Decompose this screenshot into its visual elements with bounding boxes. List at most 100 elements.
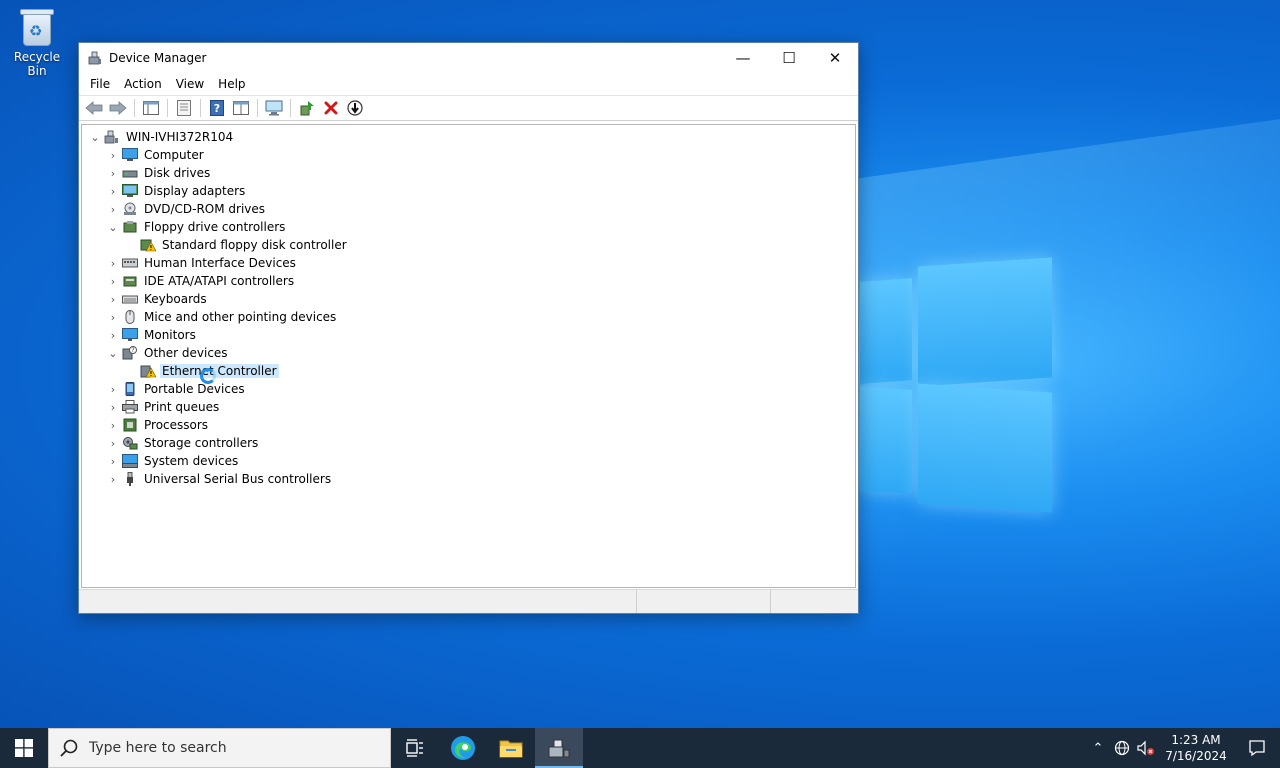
help-icon[interactable]: ? — [206, 97, 228, 119]
chevron-right-icon[interactable]: › — [106, 164, 120, 182]
tree-item-keyboards[interactable]: › Keyboards — [106, 290, 209, 308]
properties-icon[interactable] — [173, 97, 195, 119]
tree-item-computer[interactable]: › Computer — [106, 146, 206, 164]
wallpaper-window-pane — [918, 383, 1052, 513]
tree-item-label: Human Interface Devices — [144, 256, 296, 270]
chevron-right-icon[interactable]: › — [106, 200, 120, 218]
chevron-right-icon[interactable]: › — [106, 290, 120, 308]
windows-logo-icon — [15, 739, 33, 757]
tree-item-storage-controllers[interactable]: › Storage controllers — [106, 434, 260, 452]
wallpaper-window-pane — [918, 257, 1052, 387]
chevron-down-icon[interactable]: ⌄ — [88, 128, 102, 146]
chevron-right-icon[interactable]: › — [106, 470, 120, 488]
chevron-right-icon[interactable]: › — [106, 434, 120, 452]
recycle-bin-shortcut[interactable]: ♻ Recycle Bin — [4, 6, 70, 78]
tree-item-dvd-cd-rom-drives[interactable]: › DVD/CD-ROM drives — [106, 200, 267, 218]
chevron-right-icon[interactable]: › — [106, 416, 120, 434]
back-icon[interactable] — [83, 97, 105, 119]
tree-item-ide-ata-atapi-controllers[interactable]: › IDE ATA/ATAPI controllers — [106, 272, 296, 290]
tree-item-label: Display adapters — [144, 184, 246, 198]
menu-file[interactable]: File — [83, 77, 117, 91]
toolbar-separator — [200, 99, 201, 117]
forward-icon[interactable] — [107, 97, 129, 119]
chevron-right-icon[interactable]: › — [106, 146, 120, 164]
recycle-bin-icon: ♻ — [20, 6, 54, 46]
tree-item-standard-floppy-disk-controller[interactable]: Standard floppy disk controller — [138, 236, 349, 254]
chevron-right-icon[interactable]: › — [106, 326, 120, 344]
menu-help[interactable]: Help — [211, 77, 252, 91]
start-button[interactable] — [0, 728, 48, 768]
minimize-button[interactable]: — — [720, 43, 766, 73]
tree-item-label: Computer — [144, 148, 204, 162]
disable-device-icon[interactable] — [344, 97, 366, 119]
update-driver-icon[interactable] — [296, 97, 318, 119]
tree-item-print-queues[interactable]: › Print queues — [106, 398, 221, 416]
tree-item-floppy-drive-controllers[interactable]: ⌄ Floppy drive controllers — [106, 218, 287, 236]
warning-device-icon — [140, 364, 157, 378]
hid-icon — [122, 256, 138, 270]
tree-item-processors[interactable]: › Processors — [106, 416, 210, 434]
uninstall-device-icon[interactable] — [320, 97, 342, 119]
dvd-drive-icon — [122, 202, 138, 216]
busy-cursor-icon — [200, 368, 216, 384]
edge-icon — [451, 736, 475, 760]
chevron-right-icon[interactable]: › — [106, 254, 120, 272]
taskbar-search-box[interactable]: Type here to search — [48, 728, 391, 768]
menu-view[interactable]: View — [169, 77, 211, 91]
chevron-down-icon[interactable]: ⌄ — [106, 344, 120, 362]
network-globe-icon[interactable] — [1110, 728, 1134, 768]
toolbar-separator — [257, 99, 258, 117]
menu-action[interactable]: Action — [117, 77, 169, 91]
close-button[interactable]: ✕ — [812, 43, 858, 73]
tree-item-monitors[interactable]: › Monitors — [106, 326, 198, 344]
tree-item-label: Keyboards — [144, 292, 207, 306]
scan-hardware-icon[interactable] — [263, 97, 285, 119]
title-bar[interactable]: Device Manager — ☐ ✕ — [79, 43, 858, 73]
tree-item-system-devices[interactable]: › System devices — [106, 452, 240, 470]
chevron-right-icon[interactable]: › — [106, 452, 120, 470]
tree-item-other-devices[interactable]: ⌄ ? Other devices — [106, 344, 230, 362]
tree-item-label: Ethernet Controller — [160, 364, 279, 378]
tree-item-display-adapters[interactable]: › Display adapters — [106, 182, 247, 200]
chevron-right-icon[interactable]: › — [106, 380, 120, 398]
tree-root[interactable]: ⌄ WIN-IVHI372R104 — [88, 128, 235, 146]
toolbar-separator — [290, 99, 291, 117]
volume-muted-icon[interactable] — [1134, 728, 1158, 768]
chevron-right-icon[interactable]: › — [106, 272, 120, 290]
tree-item-label: IDE ATA/ATAPI controllers — [144, 274, 295, 288]
device-tree[interactable]: ⌄ WIN-IVHI372R104 › Computer › Disk driv… — [81, 124, 856, 588]
system-device-icon — [122, 454, 138, 468]
device-manager-taskbar-button[interactable] — [535, 728, 583, 768]
view-icon[interactable] — [230, 97, 252, 119]
toolbar: ? — [79, 95, 858, 121]
tree-item-disk-drives[interactable]: › Disk drives — [106, 164, 212, 182]
computer-icon — [122, 148, 138, 162]
tree-item-portable-devices[interactable]: › Portable Devices — [106, 380, 247, 398]
mouse-icon — [122, 310, 138, 324]
menu-bar: File Action View Help — [79, 73, 858, 95]
notification-center-button[interactable] — [1234, 728, 1280, 768]
maximize-button[interactable]: ☐ — [766, 43, 812, 73]
status-bar — [79, 589, 858, 613]
tree-root-label: WIN-IVHI372R104 — [126, 130, 234, 144]
warning-device-icon — [140, 238, 157, 252]
processor-icon — [122, 418, 138, 432]
tree-item-human-interface-devices[interactable]: › Human Interface Devices — [106, 254, 298, 272]
show-hide-console-tree-icon[interactable] — [140, 97, 162, 119]
chevron-right-icon[interactable]: › — [106, 308, 120, 326]
tree-item-universal-serial-bus-controllers[interactable]: › Universal Serial Bus controllers — [106, 470, 333, 488]
task-view-button[interactable] — [391, 728, 439, 768]
taskbar-clock[interactable]: 1:23 AM 7/16/2024 — [1158, 732, 1234, 764]
toolbar-separator — [167, 99, 168, 117]
file-explorer-taskbar-button[interactable] — [487, 728, 535, 768]
chevron-down-icon[interactable]: ⌄ — [106, 218, 120, 236]
ide-controller-icon — [122, 274, 138, 288]
edge-taskbar-button[interactable] — [439, 728, 487, 768]
tree-item-label: DVD/CD-ROM drives — [144, 202, 266, 216]
wallpaper-window-pane — [860, 278, 912, 384]
show-hidden-icons-chevron-up-icon[interactable]: ⌃ — [1086, 728, 1110, 768]
chevron-right-icon[interactable]: › — [106, 182, 120, 200]
tree-item-label: Floppy drive controllers — [144, 220, 286, 234]
chevron-right-icon[interactable]: › — [106, 398, 120, 416]
tree-item-mice-and-other-pointing-devices[interactable]: › Mice and other pointing devices — [106, 308, 338, 326]
